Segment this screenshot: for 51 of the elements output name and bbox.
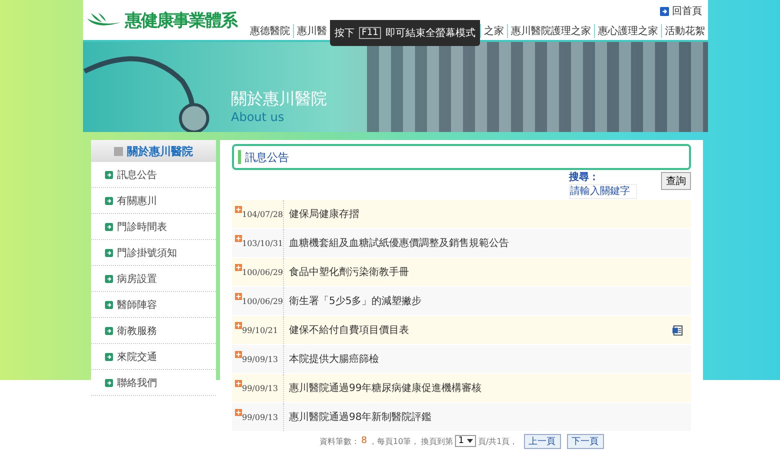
news-date: 103/10/31: [242, 239, 284, 248]
section-title: 訊息公告: [245, 150, 289, 164]
sidebar-title: 關於惠川醫院: [127, 144, 193, 158]
pager-text: 換頁到第: [421, 436, 454, 446]
sidebar-link[interactable]: 來院交通: [117, 350, 157, 364]
sidebar-link[interactable]: 門診時間表: [117, 220, 167, 234]
logo-text: 惠健康事業體系: [125, 10, 237, 32]
nav-link[interactable]: 惠川醫: [294, 24, 330, 38]
news-link[interactable]: 本院提供大腸癌篩檢: [284, 352, 691, 366]
search-label: 搜尋：: [569, 170, 600, 184]
prev-page-button[interactable]: 上一頁: [524, 434, 561, 448]
nav-link[interactable]: 惠心護理之家: [595, 24, 661, 38]
sidebar-link[interactable]: 訊息公告: [117, 168, 157, 182]
next-page-button[interactable]: 下一頁: [566, 434, 604, 448]
sidebar-link[interactable]: 有關惠川: [117, 194, 157, 208]
toast-text: 按下: [334, 26, 355, 40]
home-link[interactable]: 回首頁: [672, 4, 702, 18]
key-label: F11: [358, 27, 382, 39]
search-button[interactable]: 查詢: [661, 172, 691, 190]
pager-text: 資料筆數：: [319, 436, 360, 446]
news-link[interactable]: 血糖機套組及血糖試紙優惠價調整及銷售規範公告: [284, 236, 691, 250]
news-date: 99/09/13: [242, 384, 278, 393]
banner-title: 關於惠川醫院: [231, 89, 327, 110]
pager-text: 頁/共1頁，: [478, 436, 518, 446]
page-select[interactable]: 1: [455, 435, 476, 447]
record-count: 8: [361, 436, 367, 446]
sidebar-link[interactable]: 門診掛號須知: [117, 246, 177, 260]
pager-text: ，每頁10筆，: [369, 436, 420, 446]
news-link[interactable]: 衛生署「5少5多」的減塑撇步: [284, 294, 691, 308]
search-field[interactable]: 請輸入關鍵字: [569, 184, 637, 199]
news-date: 100/06/29: [242, 297, 284, 306]
sidebar-link[interactable]: 病房設置: [117, 272, 157, 286]
news-date: 99/09/13: [242, 355, 278, 364]
sidebar-link[interactable]: 聯絡我們: [117, 376, 157, 390]
sidebar-link[interactable]: 醫師陣容: [117, 298, 157, 312]
news-date: 99/10/21: [242, 326, 278, 335]
news-link[interactable]: 惠川醫院通過99年糖尿病健康促進機構審核: [284, 381, 691, 395]
nav-link[interactable]: 惠德醫院: [247, 24, 293, 38]
nav-link[interactable]: 活動花絮: [662, 24, 708, 38]
banner-subtitle: About us: [231, 110, 286, 124]
news-date: 99/09/13: [242, 413, 278, 422]
news-link[interactable]: 健保不給付自費項目價目表: [284, 323, 672, 337]
toast-text: 即可結束全螢幕模式: [385, 26, 476, 40]
news-link[interactable]: 健保局健康存摺: [284, 207, 691, 221]
sidebar-link[interactable]: 衛教服務: [117, 324, 157, 338]
news-link[interactable]: 惠川醫院通過98年新制醫院評鑑: [284, 410, 691, 424]
news-date: 100/06/29: [242, 268, 284, 277]
nav-link[interactable]: 惠川醫院護理之家: [508, 24, 594, 38]
nav-link[interactable]: 之家: [481, 24, 507, 38]
news-link[interactable]: 食品中塑化劑污染衛教手冊: [284, 265, 691, 279]
news-date: 104/07/28: [242, 210, 284, 219]
